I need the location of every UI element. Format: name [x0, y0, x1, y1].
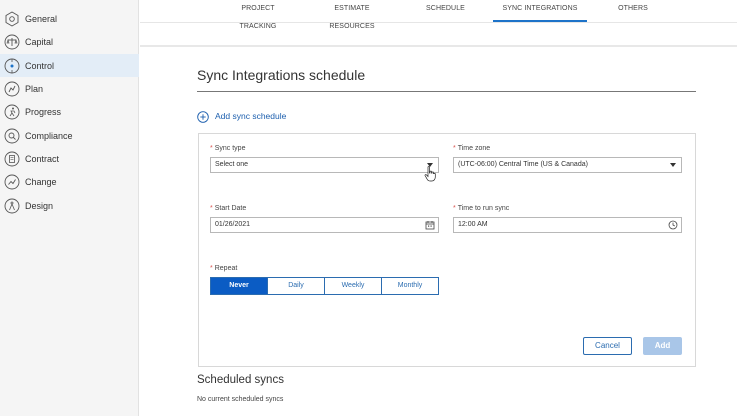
sidebar-item-general[interactable]: General [0, 7, 139, 30]
contract-icon [4, 151, 20, 167]
calendar-icon[interactable] [425, 220, 435, 230]
search-doc-icon [4, 128, 20, 144]
tab-schedule[interactable]: SCHEDULE [423, 0, 468, 22]
add-circle-icon [197, 110, 209, 123]
title-divider [197, 91, 696, 92]
sidebar-item-control[interactable]: Control [0, 54, 139, 77]
target-icon [4, 58, 20, 74]
sidebar-item-label: Control [25, 60, 55, 71]
tab-sync-integrations[interactable]: SYNC INTEGRATIONS [493, 0, 587, 22]
time-zone-select[interactable]: (UTC-06:00) Central Time (US & Canada) [453, 157, 682, 173]
time-zone-label: * Time zone [453, 145, 491, 152]
add-button[interactable]: Add [643, 337, 682, 355]
running-icon [4, 104, 20, 120]
sidebar: General Capital Control Plan Progress Co… [0, 0, 139, 416]
add-sync-schedule-button[interactable]: Add sync schedule [197, 109, 286, 123]
start-date-label: * Start Date [210, 205, 247, 212]
scheduled-syncs-heading: Scheduled syncs [197, 374, 284, 386]
route-icon [4, 81, 20, 97]
hand-pointer-icon [424, 166, 436, 182]
sidebar-item-progress[interactable]: Progress [0, 100, 139, 123]
sidebar-item-label: Capital [25, 36, 54, 47]
sync-type-label: * Sync type [210, 145, 246, 152]
clock-icon[interactable] [668, 220, 678, 230]
sidebar-item-label: Change [25, 176, 57, 187]
sidebar-item-change[interactable]: Change [0, 170, 139, 193]
sidebar-item-compliance[interactable]: Compliance [0, 124, 139, 147]
repeat-daily-button[interactable]: Daily [267, 277, 325, 295]
sidebar-item-label: Design [25, 200, 54, 211]
tab-others[interactable]: OTHERS [613, 0, 653, 22]
repeat-weekly-button[interactable]: Weekly [324, 277, 382, 295]
gear-icon [4, 10, 20, 27]
sidebar-item-label: Progress [25, 106, 62, 117]
start-date-input[interactable]: 01/26/2021 [210, 217, 439, 233]
scale-icon [4, 34, 20, 50]
sub-toolbar [140, 23, 737, 47]
sidebar-item-plan[interactable]: Plan [0, 77, 139, 100]
sidebar-item-label: General [25, 13, 58, 24]
sidebar-item-label: Plan [25, 83, 44, 94]
sync-type-select[interactable]: Select one [210, 157, 439, 173]
compass-icon [4, 198, 20, 214]
change-icon [4, 174, 20, 190]
time-to-run-label: * Time to run sync [453, 205, 510, 212]
chevron-down-icon [670, 163, 676, 167]
top-tab-bar: PROJECT TRACKING ESTIMATE RESOURCES SCHE… [140, 0, 737, 30]
cancel-button[interactable]: Cancel [583, 337, 632, 355]
repeat-label: * Repeat [210, 265, 238, 272]
sidebar-item-label: Contract [25, 153, 60, 164]
time-to-run-input[interactable]: 12:00 AM [453, 217, 682, 233]
sidebar-item-capital[interactable]: Capital [0, 30, 139, 53]
sidebar-item-label: Compliance [25, 130, 73, 141]
repeat-never-button[interactable]: Never [210, 277, 268, 295]
repeat-monthly-button[interactable]: Monthly [381, 277, 439, 295]
sidebar-item-contract[interactable]: Contract [0, 147, 139, 170]
tab-estimate-resources[interactable]: ESTIMATE RESOURCES [312, 0, 392, 30]
page-title: Sync Integrations schedule [197, 67, 366, 83]
sidebar-item-design[interactable]: Design [0, 194, 139, 217]
add-sync-schedule-label: Add sync schedule [215, 111, 287, 121]
tab-project-tracking[interactable]: PROJECT TRACKING [224, 0, 292, 30]
scheduled-syncs-empty-text: No current scheduled syncs [197, 396, 284, 403]
